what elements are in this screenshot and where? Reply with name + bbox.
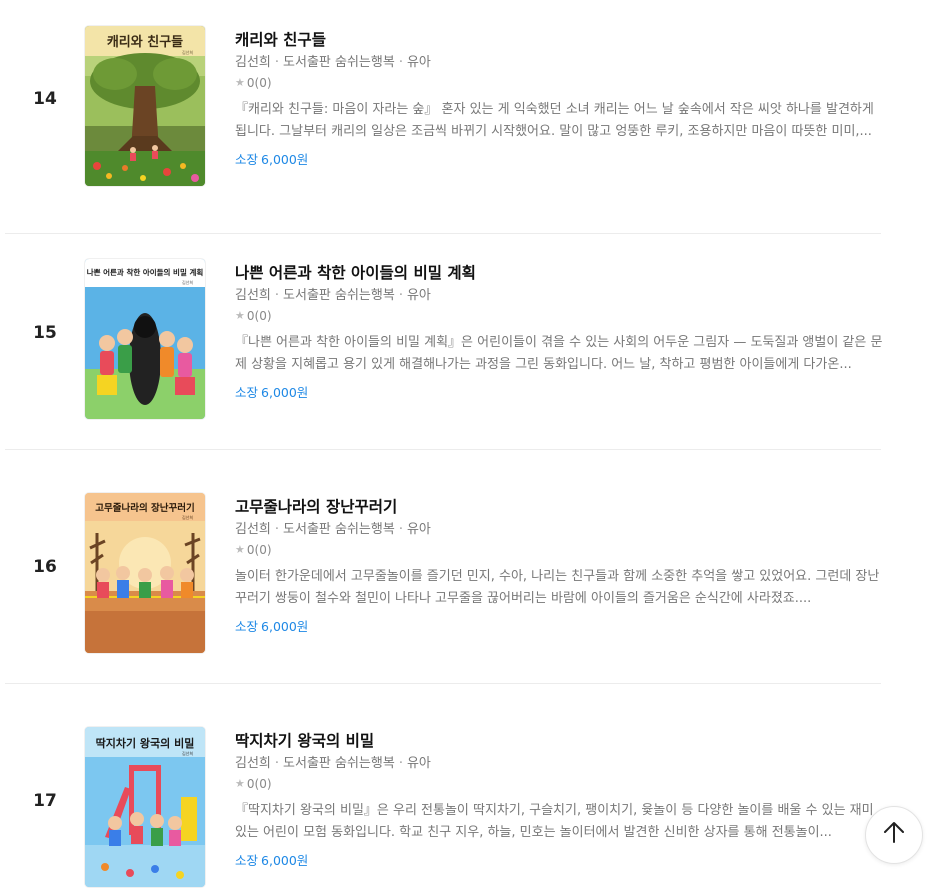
category-label: 유아	[406, 288, 431, 303]
publisher-link[interactable]: 도서출판 숨쉬는행복	[283, 756, 395, 771]
price: 소장 6,000원	[235, 852, 885, 870]
price-value: 6,000원	[261, 385, 309, 400]
book-info: 고무줄나라의 장난꾸러기 김선희 · 도서출판 숨쉬는행복 · 유아 ★ 0 (0) 놀이터…	[235, 497, 885, 636]
cover-author: 김선희	[182, 49, 193, 55]
book-meta: 김선희 · 도서출판 숨쉬는행복 · 유아	[235, 756, 431, 771]
star-icon: ★	[235, 777, 245, 790]
star-icon: ★	[235, 543, 245, 556]
author-link[interactable]: 김선희	[235, 522, 271, 537]
rating-score: 0	[246, 309, 255, 323]
cover-title: 나쁜 어른과 착한 아이들의 비밀 계획	[87, 267, 204, 277]
rank-number: 15	[33, 323, 57, 343]
book-meta: 김선희 · 도서출판 숨쉬는행복 · 유아	[235, 55, 431, 70]
star-icon: ★	[235, 76, 245, 89]
rating: ★ 0 (0)	[235, 776, 885, 792]
book-description: 놀이터 한가운데에서 고무줄놀이를 즐기던 민지, 수아, 나리는 친구들과 함…	[235, 569, 880, 606]
cover-author: 김선희	[182, 514, 193, 520]
rating-score: 0	[246, 777, 255, 791]
rating: ★ 0 (0)	[235, 542, 885, 558]
book-info: 딱지차기 왕국의 비밀 김선희 · 도서출판 숨쉬는행복 · 유아 ★ 0 (0) 『딱지차…	[235, 731, 885, 870]
rating-score: 0	[246, 76, 255, 90]
star-icon: ★	[235, 309, 245, 322]
cover-author: 김선희	[182, 750, 193, 756]
cover-title: 캐리와 친구들	[107, 34, 183, 50]
publisher-link[interactable]: 도서출판 숨쉬는행복	[283, 55, 395, 70]
rank-number: 17	[33, 791, 57, 811]
rating-count: (0)	[254, 309, 272, 323]
cover-author: 김선희	[182, 279, 193, 285]
author-link[interactable]: 김선희	[235, 288, 271, 303]
book-description: 『캐리와 친구들: 마음이 자라는 숲』 혼자 있는 게 익숙했던 소녀 캐리는…	[235, 102, 874, 139]
price-value: 6,000원	[261, 619, 309, 634]
price-label: 소장	[235, 853, 259, 868]
book-title[interactable]: 나쁜 어른과 착한 아이들의 비밀 계획	[235, 263, 885, 283]
book-info: 캐리와 친구들 김선희 · 도서출판 숨쉬는행복 · 유아 ★ 0 (0) 『캐리와 친구들…	[235, 30, 885, 169]
book-list-item[interactable]: 14 캐리와 친구들 김선희 캐리와 친구들 김선희 · 도서출판 숨쉬는행복 …	[5, 0, 881, 234]
scroll-to-top-button[interactable]	[865, 806, 923, 864]
book-info: 나쁜 어른과 착한 아이들의 비밀 계획 김선희 · 도서출판 숨쉬는행복 · 유아 ★…	[235, 263, 885, 402]
category-label: 유아	[406, 55, 431, 70]
rating: ★ 0 (0)	[235, 308, 885, 324]
publisher-link[interactable]: 도서출판 숨쉬는행복	[283, 288, 395, 303]
rating-score: 0	[246, 543, 255, 557]
book-cover[interactable]: 고무줄나라의 장난꾸러기 김선희	[85, 493, 205, 653]
book-cover[interactable]: 나쁜 어른과 착한 아이들의 비밀 계획 김선희	[85, 259, 205, 419]
book-list-item[interactable]: 17 딱지차기 왕국의 비밀 김선희 딱지차기 왕국의 비밀 김선희 · 도서출…	[5, 684, 881, 895]
rank-number: 14	[33, 89, 57, 109]
book-title[interactable]: 고무줄나라의 장난꾸러기	[235, 497, 885, 517]
book-meta: 김선희 · 도서출판 숨쉬는행복 · 유아	[235, 288, 431, 303]
rating-count: (0)	[254, 543, 272, 557]
book-list-item[interactable]: 15 나쁜 어른과 착한 아이들의 비밀 계획 김선희 나쁜 어른과 착한 아이…	[5, 216, 882, 450]
rating-count: (0)	[254, 76, 272, 90]
publisher-link[interactable]: 도서출판 숨쉬는행복	[283, 522, 395, 537]
price-label: 소장	[235, 385, 259, 400]
author-link[interactable]: 김선희	[235, 55, 271, 70]
book-meta: 김선희 · 도서출판 숨쉬는행복 · 유아	[235, 522, 431, 537]
author-link[interactable]: 김선희	[235, 756, 271, 771]
book-title[interactable]: 딱지차기 왕국의 비밀	[235, 731, 885, 751]
price: 소장 6,000원	[235, 151, 885, 169]
book-description: 『나쁜 어른과 착한 아이들의 비밀 계획』은 어린이들이 겪을 수 있는 사회…	[235, 335, 883, 372]
price-value: 6,000원	[261, 853, 309, 868]
book-title[interactable]: 캐리와 친구들	[235, 30, 885, 50]
category-label: 유아	[406, 756, 431, 771]
arrow-up-icon	[881, 820, 907, 850]
price-label: 소장	[235, 152, 259, 167]
book-cover[interactable]: 캐리와 친구들 김선희	[85, 26, 205, 186]
book-description: 『딱지차기 왕국의 비밀』은 우리 전통놀이 딱지차기, 구슬치기, 팽이치기,…	[235, 803, 874, 840]
price: 소장 6,000원	[235, 384, 885, 402]
price: 소장 6,000원	[235, 618, 885, 636]
book-cover[interactable]: 딱지차기 왕국의 비밀 김선희	[85, 727, 205, 887]
cover-title: 고무줄나라의 장난꾸러기	[95, 502, 194, 514]
rating: ★ 0 (0)	[235, 75, 885, 91]
rank-number: 16	[33, 557, 57, 577]
rating-count: (0)	[254, 777, 272, 791]
cover-title: 딱지차기 왕국의 비밀	[96, 736, 195, 750]
price-value: 6,000원	[261, 152, 309, 167]
book-list-item[interactable]: 16 고무줄나라의 장난꾸러기 김선희 고무줄나라의 장난꾸러기 김선희 · 도…	[5, 450, 881, 684]
price-label: 소장	[235, 619, 259, 634]
category-label: 유아	[406, 522, 431, 537]
